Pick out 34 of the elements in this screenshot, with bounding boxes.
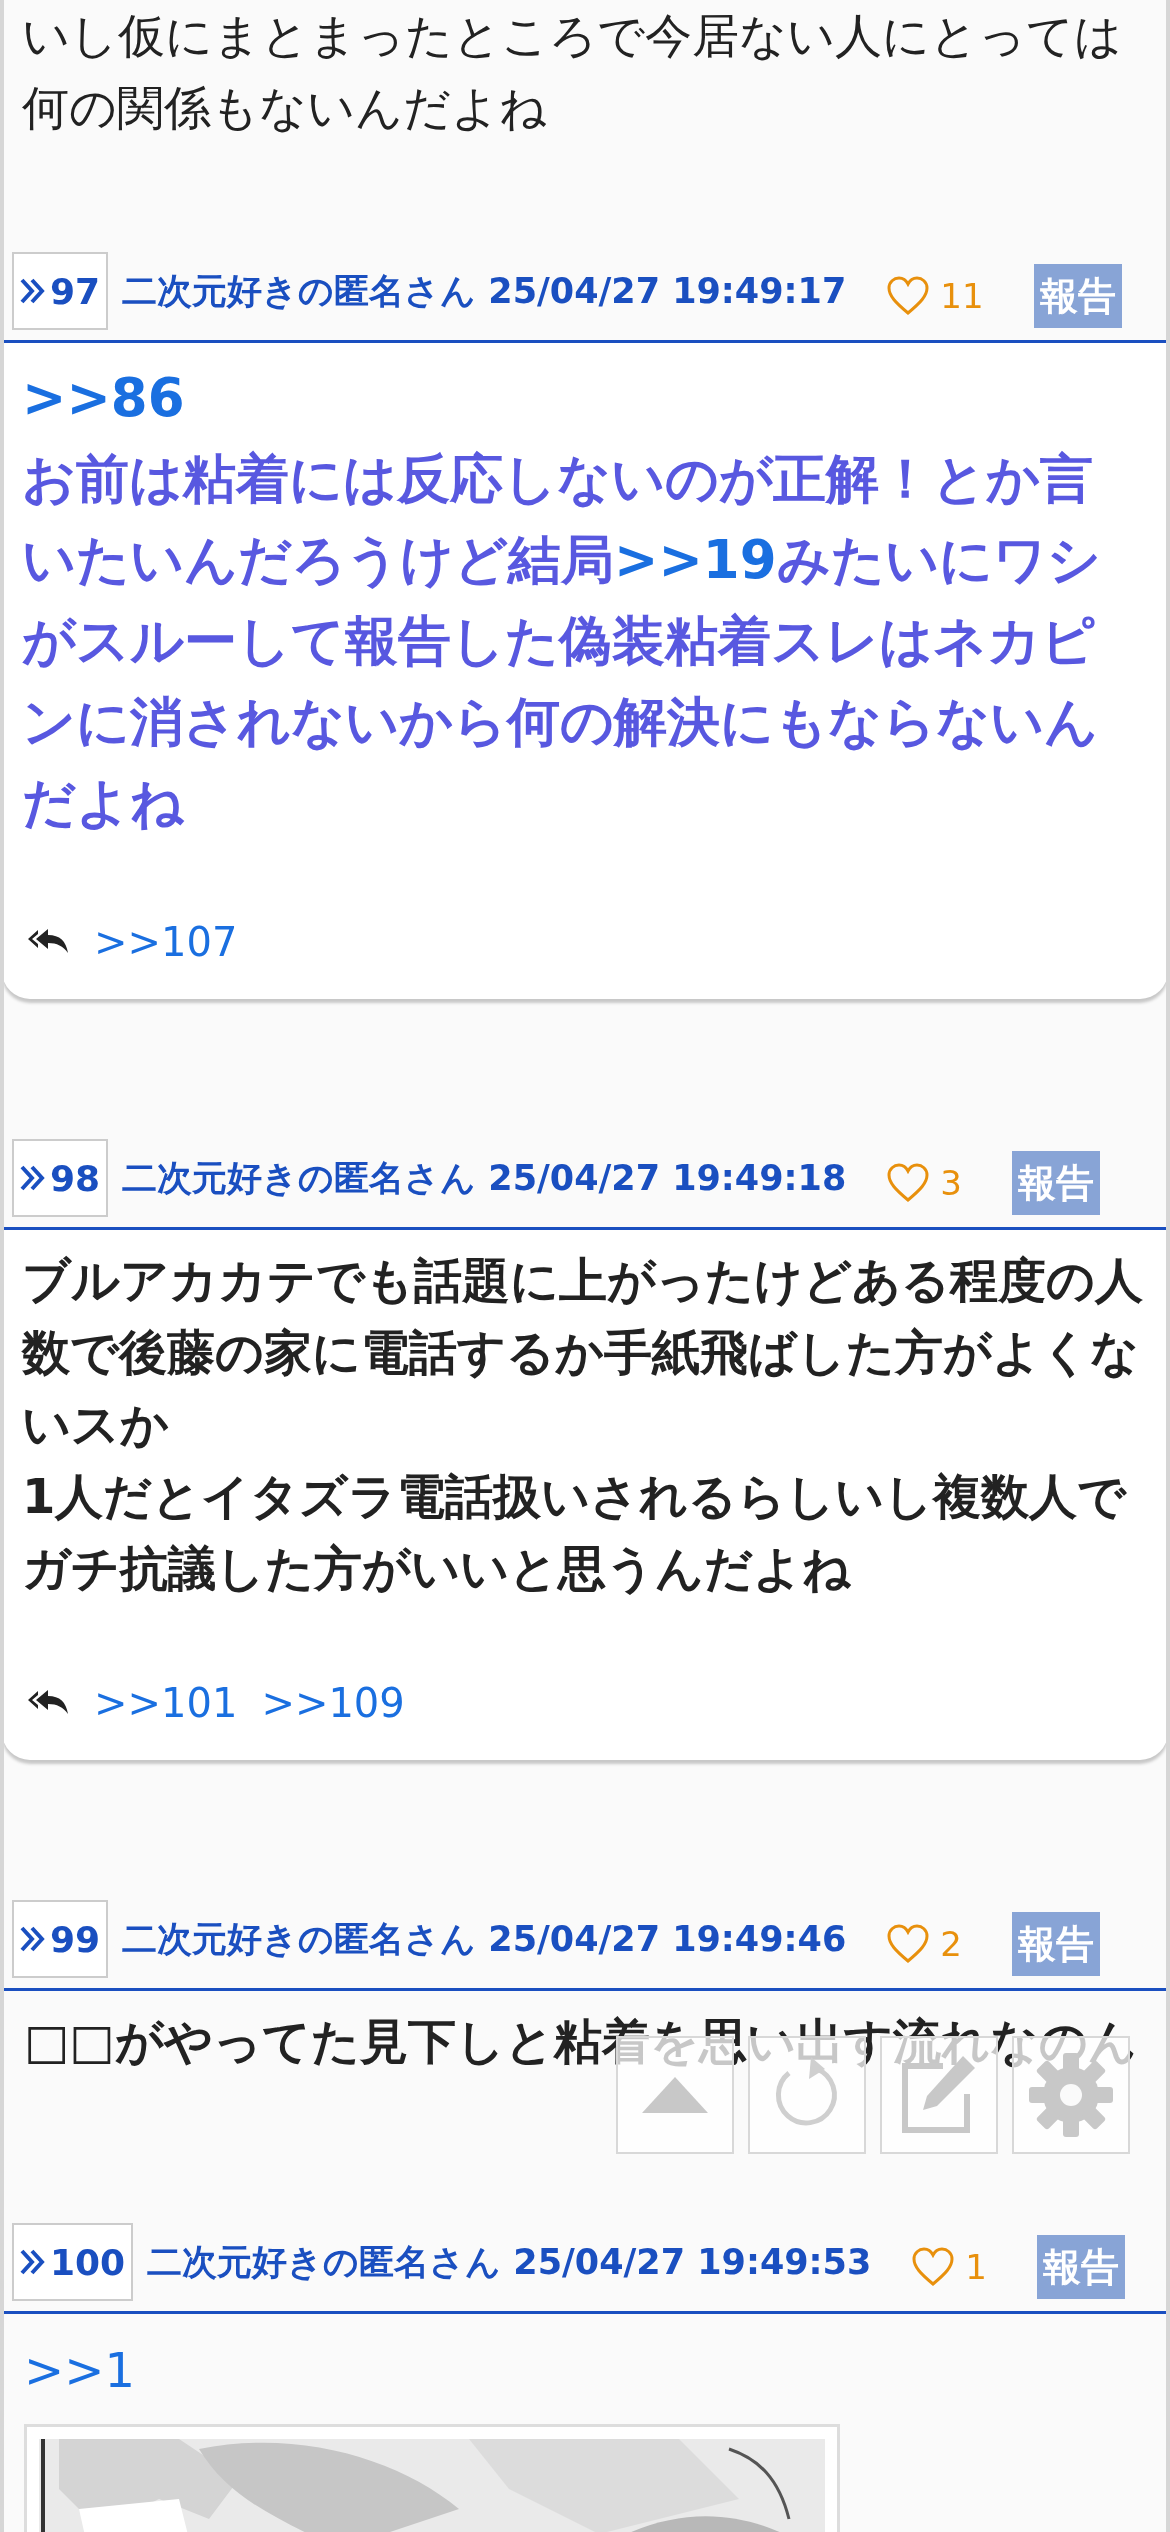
report-button[interactable]: 報告 <box>1011 1912 1100 1976</box>
heart-icon[interactable] <box>886 276 931 316</box>
poster-info: 二次元好きの匿名さん 25/04/27 19:49:17 <box>122 269 847 313</box>
post-text: お前は粘着には反応しないのが正解！とか言いたいんだろうけど結局>>19みたいにワシがスルーして報告した偽装粘着スレはネカピンに消されないから何の解決にもならないんだよね <box>22 447 1102 835</box>
post-number-link[interactable]: 100 <box>12 2223 134 2301</box>
double-chevron-icon <box>20 2248 46 2276</box>
like-count: 1 <box>965 2247 987 2287</box>
poster-info: 二次元好きの匿名さん 25/04/27 19:49:53 <box>147 2240 872 2284</box>
quote-link[interactable]: >>19 <box>614 529 777 590</box>
reply-link[interactable]: >>107 <box>94 919 238 965</box>
post-text: ブルアカカテでも話題に上がったけどある程度の人数で後藤の家に電話するか手紙飛ばした方がよくないスか 1人だとイタズラ電話扱いされるらしいし複数人でガチ抗議した方がいいと思うんだよね <box>22 1251 1144 1598</box>
like-count: 2 <box>940 1924 962 1964</box>
post-text: いし仮にまとまったところで今居ない人にとっては何の関係もないんだよね <box>22 7 1123 137</box>
reply-link[interactable]: >>109 <box>261 1680 405 1726</box>
poster-info: 二次元好きの匿名さん 25/04/27 19:49:46 <box>122 1917 847 1961</box>
post-number-link[interactable]: 98 <box>12 1139 109 1217</box>
like-count: 11 <box>940 276 984 316</box>
double-chevron-icon <box>20 1164 46 1192</box>
up-arrow-icon <box>640 2075 710 2115</box>
report-button[interactable]: 報告 <box>1011 1151 1100 1215</box>
post-number-link[interactable]: 97 <box>12 252 109 330</box>
reply-link[interactable]: >>101 <box>94 1680 238 1726</box>
heart-icon[interactable] <box>886 1163 931 1203</box>
poster-info: 二次元好きの匿名さん 25/04/27 19:49:18 <box>122 1156 847 1200</box>
quote-link[interactable]: >>86 <box>22 357 1146 438</box>
report-button[interactable]: 報告 <box>1033 264 1122 328</box>
heart-icon[interactable] <box>911 2247 956 2287</box>
post-number-link[interactable]: 99 <box>12 1900 109 1978</box>
quote-link[interactable]: >>1 <box>24 2334 1144 2406</box>
heart-icon[interactable] <box>886 1924 931 1964</box>
double-chevron-icon <box>20 1925 46 1953</box>
report-button[interactable]: 報告 <box>1036 2235 1125 2299</box>
like-count: 3 <box>940 1163 962 1203</box>
double-chevron-icon <box>20 277 46 305</box>
